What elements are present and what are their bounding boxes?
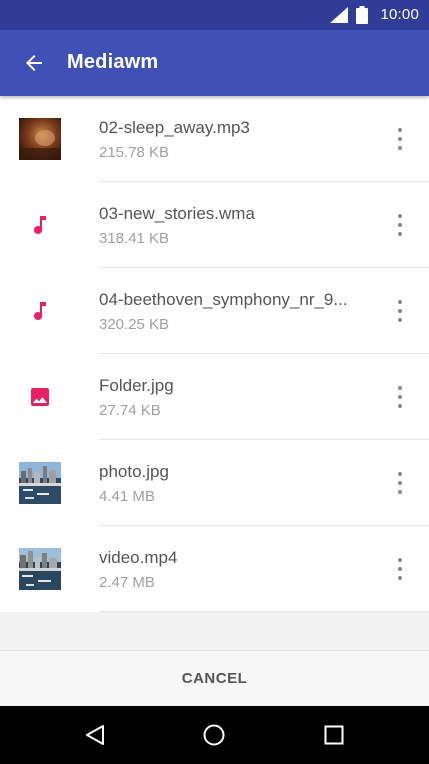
file-size: 4.41 MB: [99, 488, 155, 505]
file-size: 320.25 KB: [99, 316, 170, 333]
navigation-bar: [0, 706, 429, 764]
more-options-icon[interactable]: [388, 382, 412, 412]
file-name: 02-sleep_away.mp3: [99, 118, 250, 137]
more-options-icon[interactable]: [388, 296, 412, 326]
page-title: Mediawm: [67, 51, 159, 73]
music-note-icon: [34, 216, 46, 234]
file-name: 03-new_stories.wma: [99, 204, 255, 223]
more-options-icon[interactable]: [388, 554, 412, 584]
list-item[interactable]: photo.jpg 4.41 MB: [0, 440, 429, 526]
music-note-icon: [34, 302, 46, 320]
file-name: photo.jpg: [99, 462, 169, 481]
divider: [99, 611, 429, 612]
home-circle-icon[interactable]: [202, 723, 226, 747]
file-size: 215.78 KB: [99, 144, 170, 161]
file-size: 318.41 KB: [99, 230, 170, 247]
dialog-actions: CANCEL: [0, 650, 429, 706]
file-size: 2.47 MB: [99, 574, 155, 591]
image-icon: [31, 388, 49, 406]
list-item[interactable]: 02-sleep_away.mp3 215.78 KB: [0, 96, 429, 182]
file-name: 04-beethoven_symphony_nr_9...: [99, 290, 348, 309]
more-options-icon[interactable]: [388, 124, 412, 154]
signal-icon: [330, 7, 348, 23]
file-name: Folder.jpg: [99, 376, 174, 395]
back-triangle-icon[interactable]: [83, 723, 107, 747]
status-time: 10:00: [380, 6, 419, 23]
photo-thumbnail: [19, 462, 61, 504]
file-name: video.mp4: [99, 548, 178, 567]
file-size: 27.74 KB: [99, 402, 161, 419]
list-item[interactable]: Folder.jpg 27.74 KB: [0, 354, 429, 440]
list-item[interactable]: 04-beethoven_symphony_nr_9... 320.25 KB: [0, 268, 429, 354]
list-item[interactable]: 03-new_stories.wma 318.41 KB: [0, 182, 429, 268]
status-bar: 10:00: [0, 0, 429, 30]
more-options-icon[interactable]: [388, 468, 412, 498]
battery-icon: [356, 6, 368, 24]
arrow-back-icon[interactable]: [22, 51, 46, 75]
album-art-thumbnail: [19, 118, 61, 160]
file-list: 02-sleep_away.mp3 215.78 KB 03-new_stori…: [0, 96, 429, 612]
cancel-button[interactable]: CANCEL: [0, 651, 429, 707]
more-options-icon[interactable]: [388, 210, 412, 240]
app-bar: Mediawm: [0, 30, 429, 96]
list-item[interactable]: video.mp4 2.47 MB: [0, 526, 429, 612]
video-thumbnail: [19, 548, 61, 590]
recents-square-icon[interactable]: [322, 723, 346, 747]
